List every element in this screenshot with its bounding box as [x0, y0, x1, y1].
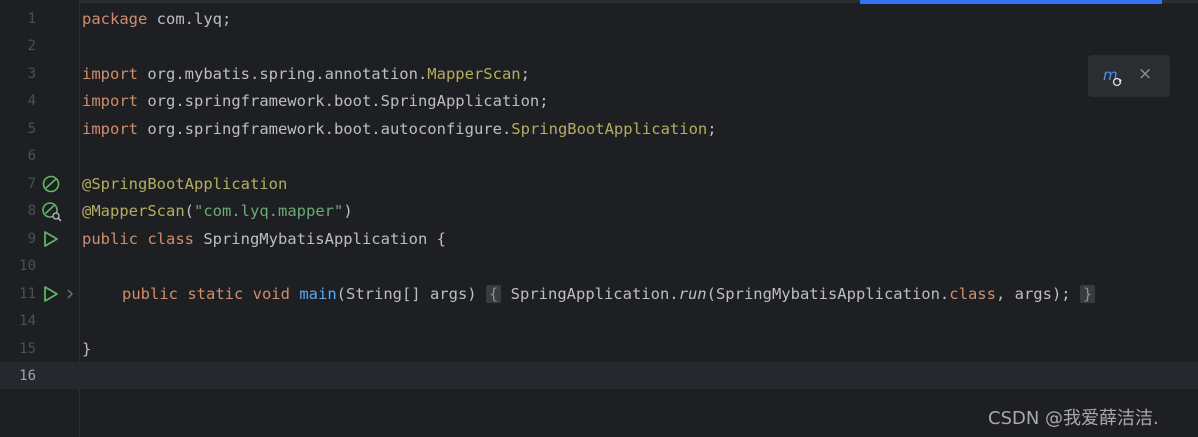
line-number: 8: [27, 203, 36, 219]
annotation-class: MapperScan: [427, 65, 521, 83]
code-text: SpringApplication.: [501, 285, 679, 303]
static-method-call: run: [678, 285, 707, 303]
string-literal: "com.lyq.mapper": [194, 202, 344, 220]
keyword: public class: [82, 230, 194, 248]
keyword: class: [949, 285, 996, 303]
code-line-1[interactable]: package com.lyq;: [82, 9, 231, 29]
line-number: 4: [27, 93, 36, 109]
code-line-7[interactable]: @SpringBootApplication: [82, 174, 287, 194]
line-number: 5: [27, 121, 36, 137]
code-line-15[interactable]: }: [82, 339, 91, 359]
current-line-highlight: [0, 362, 1198, 389]
run-class-icon[interactable]: [42, 229, 60, 249]
code-text: org.mybatis.spring.annotation.: [138, 65, 428, 83]
code-text: (SpringMybatisApplication.: [706, 285, 950, 303]
line-number: 9: [27, 231, 36, 247]
line-number-active: 16: [19, 368, 36, 384]
code-line-5[interactable]: import org.springframework.boot.autoconf…: [82, 119, 717, 139]
code-text: SpringMybatisApplication {: [193, 230, 446, 248]
code-text: }: [82, 340, 92, 358]
annotation-class: SpringBootApplication: [511, 120, 708, 138]
keyword: import: [82, 65, 138, 83]
keyword: import: [82, 92, 138, 110]
svg-text:m: m: [1103, 66, 1118, 84]
code-text: (: [184, 202, 194, 220]
keyword: package: [82, 10, 148, 28]
close-icon[interactable]: ×: [1138, 64, 1152, 84]
line-number: 10: [19, 258, 36, 274]
keyword: public static void: [122, 285, 290, 303]
folded-brace-open[interactable]: {: [485, 285, 502, 303]
method-name: main: [299, 285, 337, 303]
line-number: 2: [27, 38, 36, 54]
line-number: 1: [27, 11, 36, 27]
line-number: 7: [27, 176, 36, 192]
reload-maven-popup: m ×: [1088, 55, 1170, 97]
code-text: org.springframework.boot.autoconfigure.: [138, 120, 512, 138]
code-text: ): [343, 202, 353, 220]
line-number: 14: [19, 313, 36, 329]
annotation: @MapperScan: [82, 202, 185, 220]
code-text: com.lyq;: [147, 10, 232, 28]
fold-expand-icon[interactable]: [65, 287, 75, 301]
line-number: 3: [27, 66, 36, 82]
code-line-4[interactable]: import org.springframework.boot.SpringAp…: [82, 91, 549, 111]
code-line-9[interactable]: public class SpringMybatisApplication {: [82, 229, 446, 249]
code-text: org.springframework.boot.SpringApplicati…: [138, 92, 549, 110]
code-line-8[interactable]: @MapperScan("com.lyq.mapper"): [82, 201, 353, 221]
code-line-3[interactable]: import org.mybatis.spring.annotation.Map…: [82, 64, 530, 84]
watermark: CSDN @我爱薛洁洁.: [988, 408, 1159, 429]
keyword: import: [82, 120, 138, 138]
line-number: 15: [19, 341, 36, 357]
annotation: @SpringBootApplication: [82, 175, 288, 193]
code-text: , args);: [995, 285, 1071, 303]
line-number: 11: [19, 286, 36, 302]
code-line-11[interactable]: public static void main(String[] args) {…: [122, 284, 1096, 304]
code-text: ;: [520, 65, 530, 83]
code-text: (String[] args): [336, 285, 477, 303]
line-number: 6: [27, 148, 36, 164]
spring-bean-icon[interactable]: [41, 174, 61, 194]
spring-mapper-scan-icon[interactable]: [41, 201, 63, 223]
run-main-icon[interactable]: [42, 284, 60, 304]
folded-brace-close[interactable]: }: [1079, 285, 1096, 303]
active-tab-indicator: [860, 0, 1162, 4]
maven-reload-icon[interactable]: m: [1102, 66, 1124, 88]
code-text: ;: [707, 120, 717, 138]
